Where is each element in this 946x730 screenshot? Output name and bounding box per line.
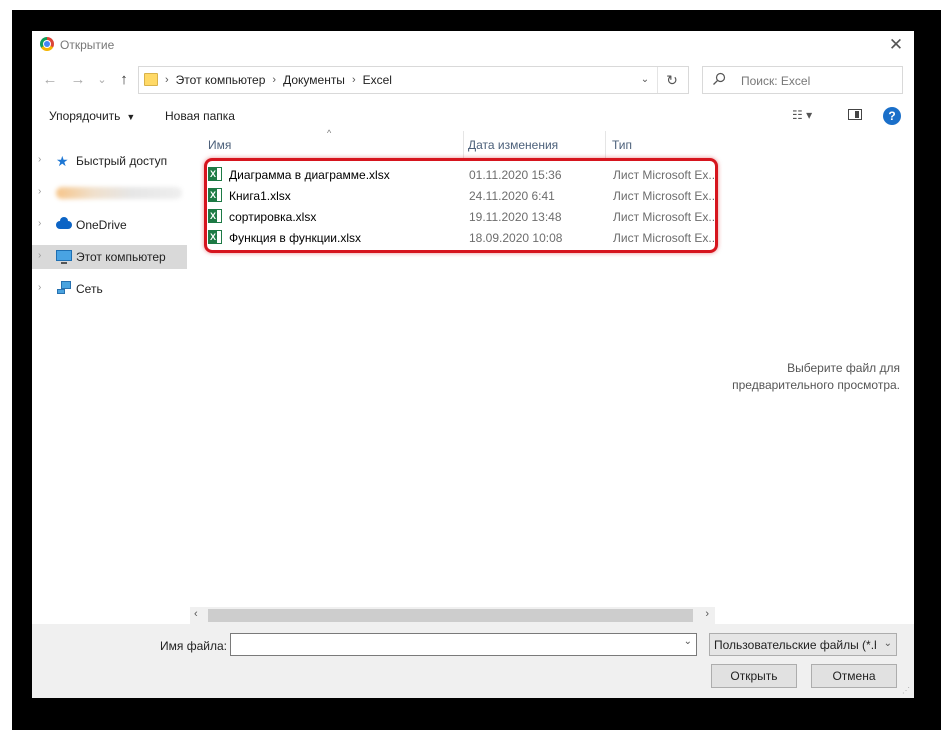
chevron-right-icon[interactable]: ›	[38, 218, 41, 229]
breadcrumb-separator: ›	[351, 74, 356, 86]
chevron-right-icon[interactable]: ›	[38, 250, 41, 261]
refresh-icon[interactable]: ↻	[662, 70, 682, 90]
breadcrumb-this-pc[interactable]: Этот компьютер	[176, 73, 266, 87]
sidebar-item-label: Этот компьютер	[76, 250, 166, 264]
up-arrow-icon[interactable]: ↑	[114, 70, 134, 90]
column-header-date[interactable]: Дата изменения	[464, 131, 605, 158]
cloud-icon	[56, 217, 72, 229]
chevron-down-icon[interactable]: ⌄	[638, 71, 652, 89]
chrome-icon	[40, 37, 54, 51]
open-button[interactable]: Открыть	[711, 664, 797, 688]
sidebar-item-blurred[interactable]: ›	[32, 181, 187, 205]
filename-field[interactable]: ⌄	[230, 633, 697, 656]
sidebar-item-quick-access[interactable]: › ★ Быстрый доступ	[32, 149, 187, 173]
sidebar-item-label: Быстрый доступ	[76, 154, 168, 168]
preview-pane: Выберите файл для предварительного просм…	[715, 131, 914, 624]
navigation-pane: › ★ Быстрый доступ › › OneDrive › Этот к…	[32, 131, 189, 624]
new-folder-button[interactable]: Новая папка	[165, 109, 235, 123]
caret-down-icon: ▼	[126, 112, 136, 122]
preview-pane-icon[interactable]	[848, 109, 862, 120]
command-bar: Упорядочить ▼ Новая папка ☷ ▾ ?	[32, 103, 914, 131]
horizontal-scrollbar[interactable]: ‹ ›	[190, 607, 715, 624]
sort-ascending-icon: ^	[327, 128, 332, 138]
divider	[657, 67, 658, 93]
breadcrumb-separator: ›	[165, 74, 169, 86]
organize-button[interactable]: Упорядочить ▼	[49, 109, 135, 123]
star-icon: ★	[56, 153, 69, 169]
column-label: Дата изменения	[468, 138, 559, 152]
filetype-value: Пользовательские файлы (*.h	[714, 638, 876, 652]
sidebar-item-this-pc[interactable]: › Этот компьютер	[32, 245, 187, 269]
breadcrumb: › Этот компьютер › Документы › Excel	[165, 67, 392, 93]
computer-icon	[56, 250, 72, 264]
breadcrumb-separator: ›	[272, 74, 277, 86]
bottom-bar: Имя файла: ⌄ Пользовательские файлы (*.h…	[32, 624, 914, 698]
preview-line-1: Выберите файл для	[787, 361, 900, 375]
filetype-select[interactable]: Пользовательские файлы (*.h ⌄	[709, 633, 897, 656]
column-label: Тип	[612, 138, 633, 152]
preview-message: Выберите файл для предварительного просм…	[715, 360, 900, 394]
scroll-thumb[interactable]	[208, 609, 693, 622]
address-bar[interactable]: › Этот компьютер › Документы › Excel ⌄ ↻	[138, 66, 689, 94]
search-input[interactable]: Поиск: Excel	[702, 66, 903, 94]
sidebar-item-label: Сеть	[76, 282, 103, 296]
scroll-right-icon[interactable]: ›	[705, 608, 709, 620]
back-arrow-icon[interactable]: ←	[40, 70, 60, 90]
search-icon	[712, 72, 727, 87]
chevron-down-icon[interactable]: ⌄	[684, 636, 692, 647]
window-title: Открытие	[60, 38, 115, 52]
title-bar: Открытие ✕	[32, 31, 914, 58]
preview-line-2: предварительного просмотра.	[732, 378, 900, 392]
close-icon[interactable]: ✕	[884, 34, 908, 56]
breadcrumb-documents[interactable]: Документы	[283, 73, 345, 87]
column-label: Имя	[208, 138, 232, 152]
navigation-bar: ← → ⌄ ↑ › Этот компьютер › Документы › E…	[32, 66, 914, 96]
recent-locations-icon[interactable]: ⌄	[92, 70, 112, 90]
network-icon	[56, 281, 72, 295]
breadcrumb-excel[interactable]: Excel	[363, 73, 392, 87]
help-icon[interactable]: ?	[883, 107, 901, 125]
red-highlight-box	[204, 158, 718, 253]
folder-icon	[144, 73, 158, 86]
sidebar-item-label: OneDrive	[76, 218, 127, 232]
search-placeholder: Поиск: Excel	[741, 74, 811, 88]
chevron-right-icon[interactable]: ›	[38, 154, 41, 165]
scroll-left-icon[interactable]: ‹	[194, 608, 198, 620]
blurred-content	[56, 187, 182, 199]
forward-arrow-icon[interactable]: →	[68, 70, 88, 90]
chevron-right-icon[interactable]: ›	[38, 282, 41, 293]
chevron-right-icon[interactable]: ›	[38, 186, 41, 197]
column-header-type[interactable]: Тип	[606, 131, 715, 158]
resize-grip-icon[interactable]: ⋰	[902, 686, 912, 696]
filename-label: Имя файла:	[160, 639, 227, 653]
sidebar-item-network[interactable]: › Сеть	[32, 277, 187, 301]
column-header-name[interactable]: Имя ^	[190, 128, 465, 158]
change-view-icon[interactable]: ☷ ▾	[792, 108, 832, 126]
sidebar-item-onedrive[interactable]: › OneDrive	[32, 213, 187, 237]
open-file-dialog: Открытие ✕ ← → ⌄ ↑ › Этот компьютер › До…	[32, 31, 914, 698]
cancel-button[interactable]: Отмена	[811, 664, 897, 688]
organize-label: Упорядочить	[49, 109, 121, 123]
chevron-down-icon: ⌄	[883, 638, 892, 649]
file-list: Имя ^ Дата изменения Тип Диаграмма в диа…	[190, 128, 718, 624]
